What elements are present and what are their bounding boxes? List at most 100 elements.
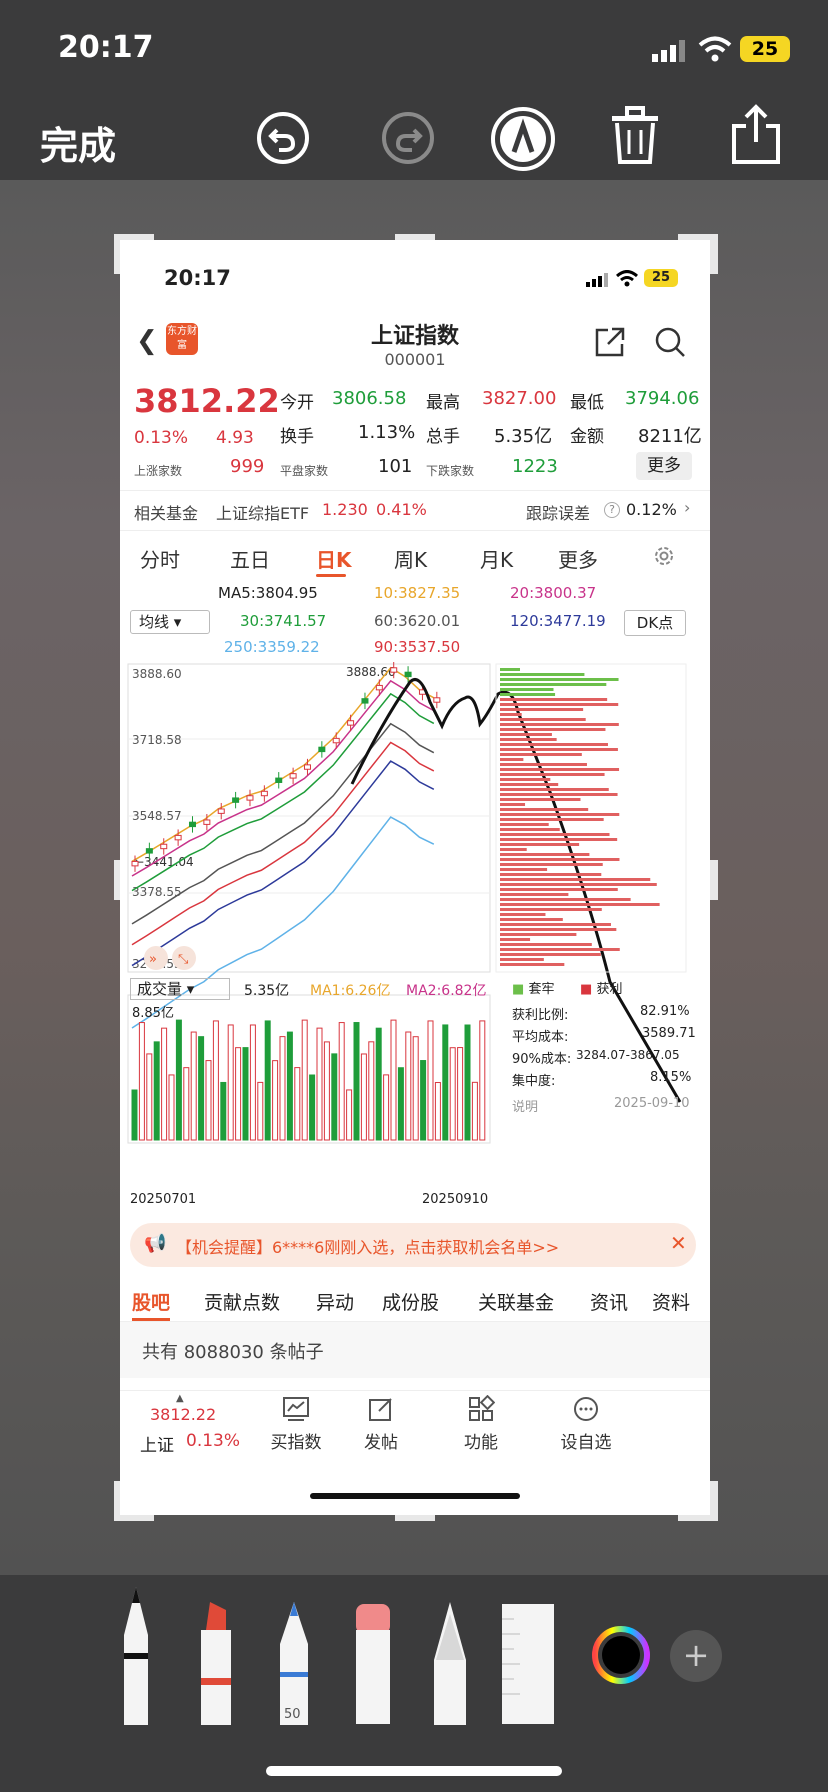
search-icon[interactable] xyxy=(654,326,686,362)
explain-link[interactable]: 说明 xyxy=(512,1096,538,1115)
lasso-tool[interactable] xyxy=(430,1600,470,1729)
color-picker-icon[interactable] xyxy=(592,1626,650,1688)
volume-bar xyxy=(161,1027,168,1141)
tab-related-funds[interactable]: 关联基金 xyxy=(478,1288,554,1315)
tab-news[interactable]: 资讯 xyxy=(590,1288,628,1315)
candle xyxy=(289,773,297,779)
tab-five-day[interactable]: 五日 xyxy=(230,544,270,573)
tracking-error-label: 跟踪误差 xyxy=(526,504,591,523)
battery-icon: 25 xyxy=(740,36,790,62)
open-label: 今开 xyxy=(280,393,314,413)
volume-bar xyxy=(205,1060,212,1141)
candle xyxy=(203,819,211,825)
tab-contribution[interactable]: 贡献点数 xyxy=(204,1288,280,1315)
ma60-label: 60:3620.01 xyxy=(374,612,461,630)
settings-gear-icon[interactable] xyxy=(652,544,676,572)
close-icon[interactable]: ✕ xyxy=(670,1231,687,1255)
add-tool-icon[interactable]: + xyxy=(670,1630,722,1682)
home-indicator xyxy=(266,1766,562,1776)
crop-handle[interactable] xyxy=(710,860,718,900)
volume-bar xyxy=(442,1024,449,1141)
edit-icon xyxy=(369,1398,392,1421)
chip-bar xyxy=(500,848,527,851)
ruler-tool[interactable] xyxy=(500,1604,556,1728)
done-button[interactable]: 完成 xyxy=(40,115,116,170)
tab-more[interactable]: 更多 xyxy=(558,544,598,573)
candle xyxy=(246,795,254,801)
chip-bar xyxy=(500,828,560,831)
post-button[interactable]: 发帖 xyxy=(346,1395,416,1453)
help-icon[interactable]: ? xyxy=(604,502,620,518)
tab-monthly-k[interactable]: 月K xyxy=(480,544,513,573)
share-out-icon[interactable] xyxy=(594,326,626,362)
trash-icon[interactable] xyxy=(610,106,660,170)
tab-minute[interactable]: 分时 xyxy=(140,544,180,573)
volume-bar xyxy=(131,1089,138,1141)
chip-bar xyxy=(500,783,559,786)
volume-bar xyxy=(338,1022,345,1141)
amount-label: 金额 xyxy=(570,427,604,447)
chip-bar xyxy=(500,898,631,901)
add-watchlist-button[interactable]: 设自选 xyxy=(546,1395,626,1453)
crop-handle[interactable] xyxy=(710,1481,718,1521)
eraser-tool[interactable] xyxy=(353,1604,393,1728)
candle xyxy=(217,808,225,814)
functions-button[interactable]: 功能 xyxy=(446,1394,516,1453)
tab-constituents[interactable]: 成份股 xyxy=(382,1288,439,1315)
buy-index-button[interactable]: 买指数 xyxy=(256,1395,336,1453)
profit-ratio-label: 获利比例: xyxy=(512,1008,569,1023)
ma-selector[interactable]: 均线 ▾ xyxy=(130,610,210,634)
chip-bar xyxy=(500,823,549,826)
chip-bar xyxy=(500,683,607,686)
chip-bar xyxy=(500,918,563,921)
related-fund-name[interactable]: 上证综指ETF xyxy=(216,500,309,524)
ma10-label: 10:3827.35 xyxy=(374,584,461,602)
candle xyxy=(188,821,196,828)
chip-bar xyxy=(500,723,619,726)
chip-bar xyxy=(500,733,552,736)
section-tabs: 股吧 贡献点数 异动 成份股 关联基金 资讯 资料 xyxy=(120,1278,710,1322)
volume-bar xyxy=(198,1036,205,1141)
chip-bar xyxy=(500,868,548,871)
crop-handle[interactable] xyxy=(710,234,718,274)
volume-bar xyxy=(449,1047,456,1141)
share-icon[interactable] xyxy=(730,104,782,170)
chip-bar xyxy=(500,858,620,861)
volume-bar xyxy=(420,1060,427,1141)
tab-movement[interactable]: 异动 xyxy=(316,1288,354,1315)
redo-icon[interactable] xyxy=(380,110,436,170)
tab-daily-k[interactable]: 日K xyxy=(316,544,352,573)
undo-icon[interactable] xyxy=(255,110,311,170)
more-quote-button[interactable]: 更多 xyxy=(636,452,692,480)
y-tick-1: 3718.58 xyxy=(132,733,182,747)
marker-tool[interactable] xyxy=(196,1600,236,1729)
low-label: 最低 xyxy=(570,393,604,413)
chevron-right-icon[interactable]: › xyxy=(684,498,690,517)
chip-bar xyxy=(500,708,584,711)
nav-pct: 0.13% xyxy=(186,1431,241,1451)
volume-bar xyxy=(249,1024,256,1141)
volume-bar xyxy=(323,1041,330,1141)
volume-selector[interactable]: 成交量 ▾ xyxy=(130,978,230,1000)
inner-signal-icon xyxy=(586,272,610,291)
chip-bar xyxy=(500,878,651,881)
volume-bar xyxy=(286,1031,293,1141)
chip-bar xyxy=(500,883,657,886)
candle xyxy=(347,720,355,726)
volume-bar xyxy=(331,1053,338,1141)
tab-weekly-k[interactable]: 周K xyxy=(394,544,427,573)
pen-tool[interactable] xyxy=(118,1585,154,1729)
tab-profile[interactable]: 资料 xyxy=(652,1288,690,1315)
down-count-label: 下跌家数 xyxy=(426,464,475,478)
candle xyxy=(404,671,412,678)
chip-bar xyxy=(500,753,582,756)
kline-chart: 3888.60 3718.58 3548.57 3378.55 3208.53 … xyxy=(127,662,687,1144)
opportunity-banner[interactable]: 📢 【机会提醒】6****6刚刚入选，点击获取机会名单>> ✕ xyxy=(130,1223,696,1267)
dk-point-button[interactable]: DK点 xyxy=(624,610,686,636)
candle xyxy=(303,764,311,770)
volume-bar xyxy=(316,1027,323,1141)
tab-guba[interactable]: 股吧 xyxy=(132,1288,170,1315)
chip-bar xyxy=(500,923,611,926)
pencil-tool[interactable]: 50 xyxy=(274,1600,314,1729)
markup-pen-icon[interactable] xyxy=(490,106,556,176)
